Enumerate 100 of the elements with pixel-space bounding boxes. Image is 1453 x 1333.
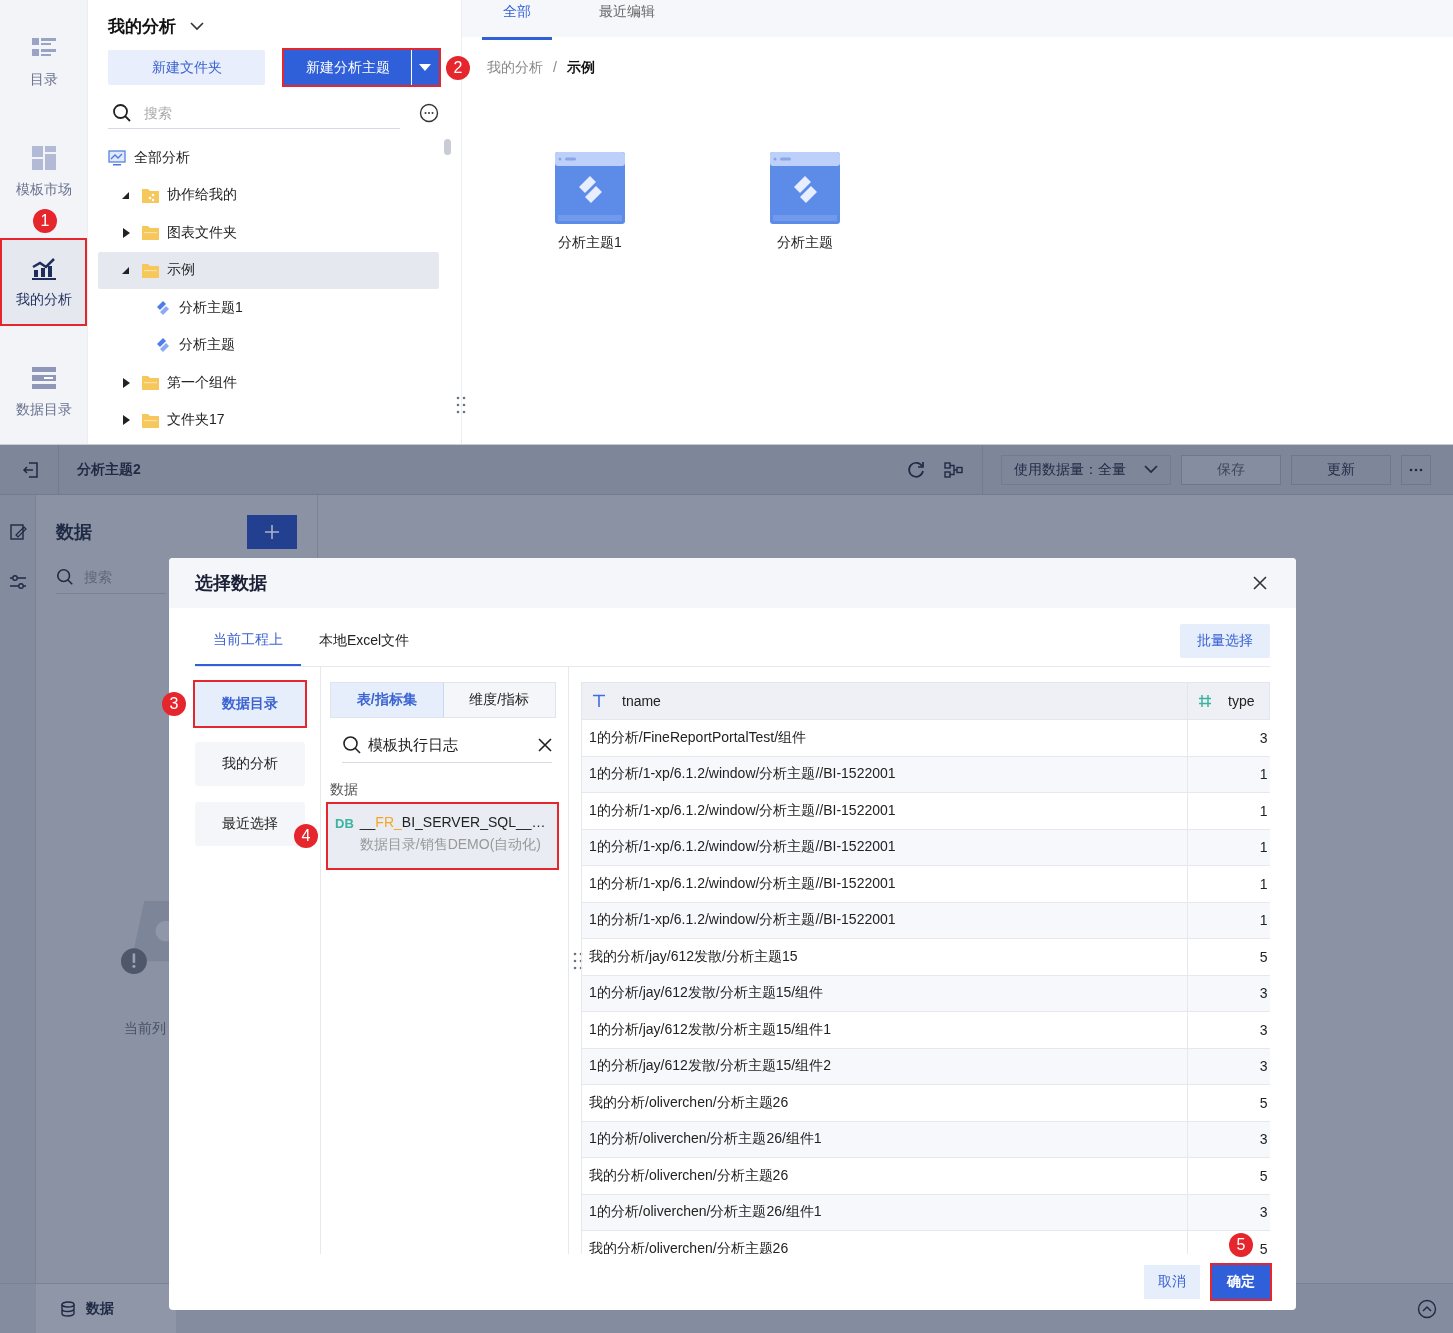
more-icon[interactable] [419, 103, 439, 123]
table-cell: 1 [1187, 756, 1270, 793]
flow-icon[interactable] [944, 460, 964, 479]
column-header: type [1187, 682, 1270, 720]
table-cell: 3 [1187, 1121, 1270, 1158]
table-cell: 我的分析/jay/612发散/分析主题15 [581, 938, 1188, 975]
breadcrumb-item: 示例 [566, 59, 595, 77]
new-topic-split-button[interactable]: 新建分析主题 [284, 50, 439, 85]
refresh-icon[interactable] [906, 459, 926, 480]
chart-icon [30, 255, 57, 281]
tab[interactable]: 全部 [482, 0, 552, 40]
tree-item[interactable]: 第一个组件 [98, 364, 439, 402]
panel-title: 我的分析 [108, 15, 176, 38]
search-field[interactable]: 模板执行日志 [366, 735, 534, 755]
caret-icon[interactable] [419, 63, 431, 72]
panel-title: 数据 [56, 521, 92, 544]
table-cell: 3 [1187, 1048, 1270, 1085]
analysis-topic-thumbnail-icon[interactable] [770, 152, 840, 224]
search-icon [112, 102, 132, 123]
tree-item[interactable]: 分析主题 [98, 326, 439, 364]
folder-icon [142, 225, 159, 241]
scrollbar-thumb[interactable] [444, 139, 451, 155]
table-cell: 5 [1187, 1084, 1270, 1121]
update-button[interactable]: 更新 [1291, 454, 1391, 485]
data-table-item[interactable]: DB __FR_BI_SERVER_SQL__… 数据目录/销售DEMO(自动化) [328, 804, 557, 868]
search-icon [342, 735, 362, 755]
bottom-tab[interactable]: 数据 [36, 1284, 176, 1333]
source-item[interactable]: 我的分析 [195, 742, 305, 786]
table-cell: 3 [1187, 1194, 1270, 1231]
edit-data-icon[interactable] [8, 523, 27, 541]
analysis-topic-thumbnail-icon[interactable] [555, 152, 625, 224]
clear-icon[interactable] [538, 738, 552, 752]
table-cell: 1的分析/jay/612发散/分析主题15/组件1 [581, 1011, 1188, 1048]
table-icon [30, 365, 57, 391]
rail-item[interactable]: 数据目录 [2, 350, 85, 434]
chevron-down-icon[interactable] [190, 21, 204, 31]
exit-icon[interactable] [22, 460, 40, 479]
tab[interactable]: 最近编辑 [592, 0, 662, 40]
search-icon [56, 568, 74, 586]
grid-icon [30, 145, 57, 171]
collapsed-triangle-icon[interactable] [122, 227, 130, 238]
callout-badge: 4 [294, 824, 318, 848]
segment-tab[interactable]: 表/指标集 [331, 683, 444, 717]
expanded-triangle-icon[interactable] [122, 265, 130, 276]
table-cell: 1的分析/jay/612发散/分析主题15/组件2 [581, 1048, 1188, 1085]
table-cell: 我的分析/oliverchen/分析主题26 [581, 1157, 1188, 1194]
collapsed-triangle-icon[interactable] [122, 415, 130, 426]
table-cell: 1的分析/jay/612发散/分析主题15/组件 [581, 975, 1188, 1012]
tree-item[interactable]: 全部分析 [98, 139, 439, 177]
card-title[interactable]: 分析主题1 [558, 234, 622, 252]
drag-handle-icon[interactable] [456, 396, 466, 414]
editor-title: 分析主题2 [77, 460, 141, 479]
column-header: tname [581, 682, 1188, 720]
table-cell: 1的分析/1-xp/6.1.2/window/分析主题//BI-1522001 [581, 792, 1188, 829]
monitor-chart-icon [108, 148, 126, 167]
card-title[interactable]: 分析主题 [777, 234, 833, 252]
table-cell: 1的分析/FineReportPortalTest/组件 [581, 719, 1188, 756]
diamond-icon [155, 337, 171, 354]
table-cell: 1的分析/1-xp/6.1.2/window/分析主题//BI-1522001 [581, 902, 1188, 939]
table-cell: 1 [1187, 865, 1270, 902]
rail-item[interactable]: 目录 [2, 20, 85, 104]
breadcrumb-item[interactable]: 我的分析 [487, 59, 543, 77]
table-cell: 1的分析/1-xp/6.1.2/window/分析主题//BI-1522001 [581, 756, 1188, 793]
drag-handle-icon[interactable] [573, 952, 583, 970]
table-cell: 1的分析/oliverchen/分析主题26/组件1 [581, 1194, 1188, 1231]
table-cell: 5 [1187, 938, 1270, 975]
table-name: __FR_BI_SERVER_SQL__… [359, 814, 546, 830]
tree-item[interactable]: 文件夹17 [98, 401, 439, 439]
tree-item[interactable]: 图表文件夹 [98, 214, 439, 252]
filter-sliders-icon[interactable] [8, 573, 27, 591]
callout-badge: 5 [1229, 1233, 1253, 1257]
close-icon[interactable] [1252, 575, 1268, 591]
text-type-icon [592, 694, 606, 708]
tab[interactable]: 当前工程上 [195, 616, 301, 666]
table-cell: 我的分析/oliverchen/分析主题26 [581, 1084, 1188, 1121]
tree-item[interactable]: 协作给我的 [98, 176, 439, 214]
tree-item[interactable]: 分析主题1 [98, 289, 439, 327]
table-cell: 3 [1187, 1011, 1270, 1048]
confirm-button[interactable]: 确定 [1212, 1265, 1270, 1299]
search-field[interactable]: 搜索 [142, 103, 366, 122]
collapsed-triangle-icon[interactable] [122, 377, 130, 388]
segment-tab[interactable]: 维度/指标 [443, 683, 555, 717]
tree-item[interactable]: 示例 [98, 251, 439, 289]
data-volume-dropdown[interactable]: 使用数据量：全量 [1001, 454, 1171, 485]
tab[interactable]: 本地Excel文件 [301, 616, 428, 666]
cancel-button[interactable]: 取消 [1144, 1265, 1200, 1299]
plus-icon [265, 525, 279, 539]
source-item[interactable]: 数据目录 [195, 682, 305, 726]
add-button[interactable] [247, 515, 297, 549]
collapse-up-icon[interactable] [1417, 1299, 1437, 1319]
new-folder-button[interactable]: 新建文件夹 [108, 50, 265, 85]
empty-state-text: 当前列 [124, 1020, 166, 1038]
folder-icon [142, 375, 159, 391]
table-cell: 1 [1187, 792, 1270, 829]
expanded-triangle-icon[interactable] [122, 190, 130, 201]
callout-badge: 2 [446, 56, 470, 80]
rail-item[interactable]: 我的分析 [2, 240, 85, 324]
number-type-icon [1198, 694, 1212, 708]
shared-folder-icon [142, 187, 159, 203]
batch-select-button[interactable]: 批量选择 [1180, 624, 1270, 658]
